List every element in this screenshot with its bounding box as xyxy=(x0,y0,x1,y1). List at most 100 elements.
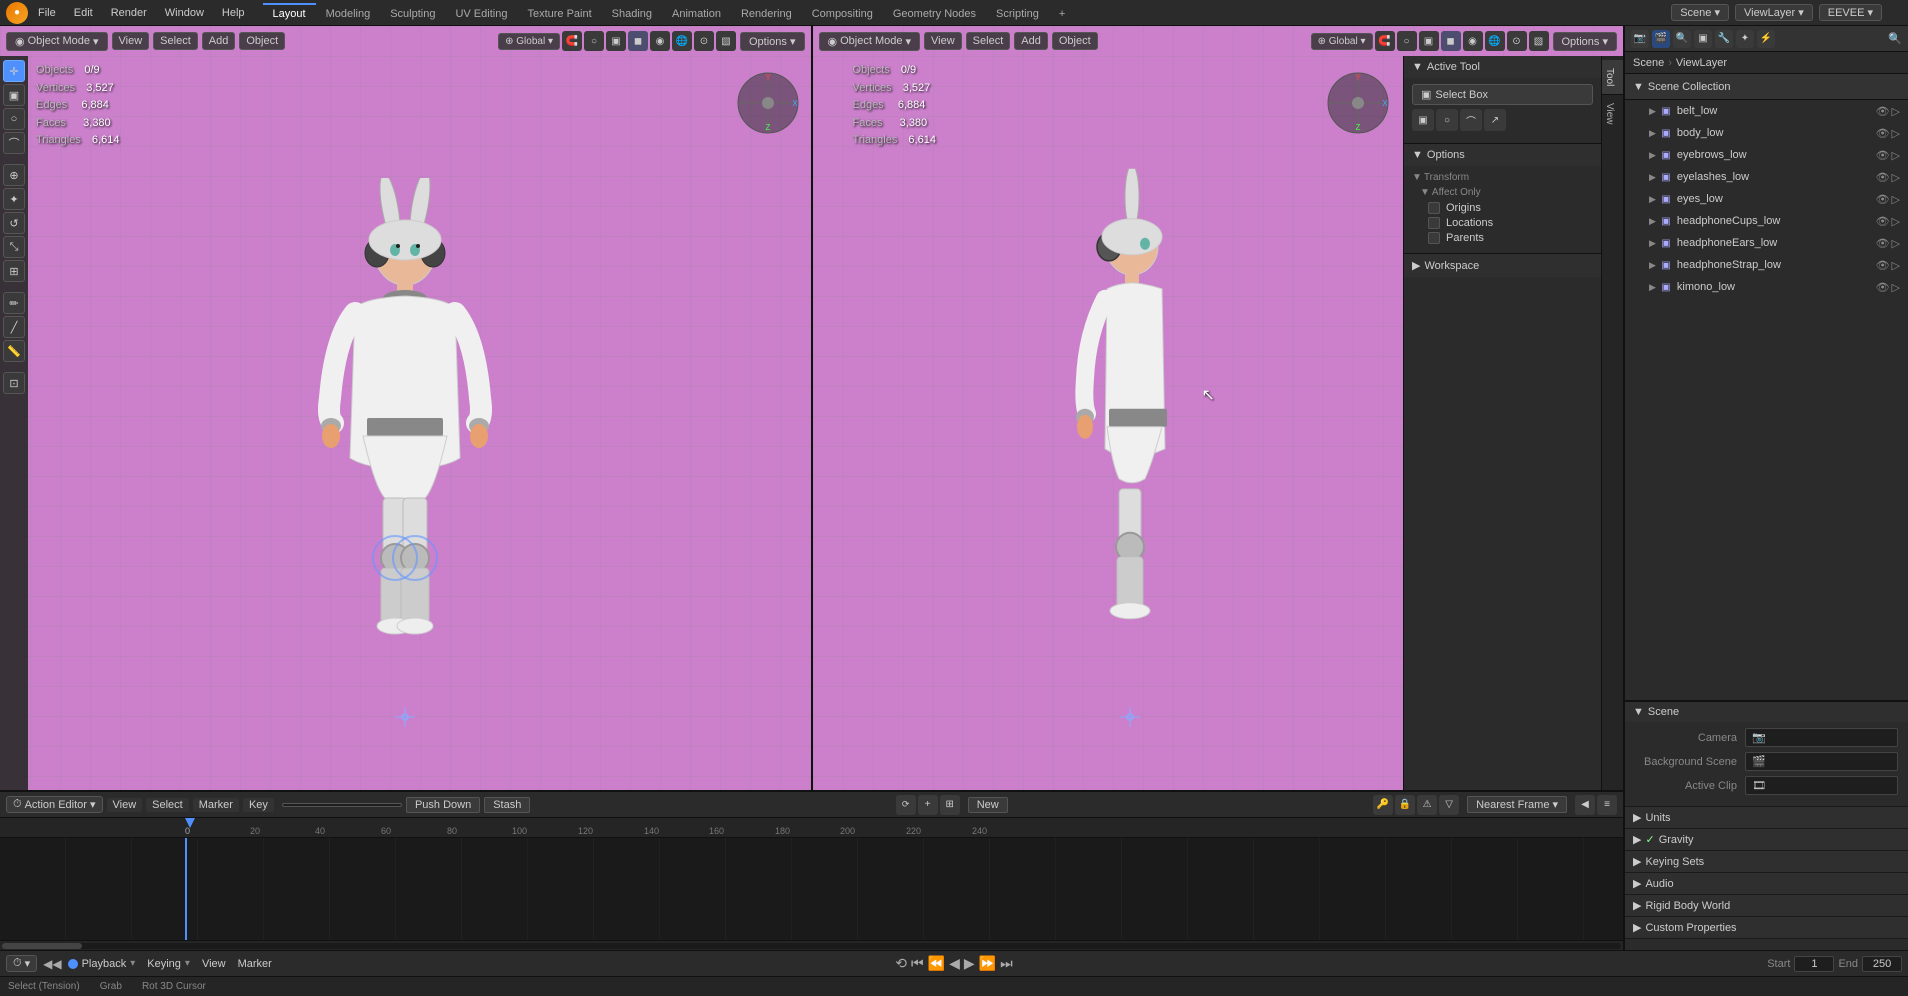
ae-filter-funnel[interactable]: ▽ xyxy=(1439,795,1459,815)
tool-scale[interactable]: ⤡ xyxy=(3,236,25,258)
ae-warning-icon[interactable]: ⚠ xyxy=(1417,795,1437,815)
tool-move[interactable]: ✦ xyxy=(3,188,25,210)
options-header[interactable]: ▼ Options xyxy=(1404,144,1601,166)
ae-collapse-btn[interactable]: ◀ xyxy=(1575,795,1595,815)
tab-compositing[interactable]: Compositing xyxy=(802,3,883,23)
pb-play-reverse-btn[interactable]: ◀ xyxy=(949,955,960,972)
ae-settings-btn[interactable]: ≡ xyxy=(1597,795,1617,815)
vp-right-view-btn[interactable]: View xyxy=(924,32,962,50)
snap-btn[interactable]: 🧲 xyxy=(562,31,582,51)
tab-rendering[interactable]: Rendering xyxy=(731,3,802,23)
ae-marker-btn[interactable]: Marker xyxy=(193,798,239,812)
sc-item-eyelashes[interactable]: ▶ ▣ eyelashes_low 👁 ▷ xyxy=(1625,166,1908,188)
tool-annotate-line[interactable]: ╱ xyxy=(3,316,25,338)
ae-type-dropdown[interactable]: ⏱ Action Editor ▾ xyxy=(6,796,103,813)
vp-right-shading-mat[interactable]: ◉ xyxy=(1463,31,1483,51)
sc-item-belt[interactable]: ▶ ▣ belt_low 👁 ▷ xyxy=(1625,100,1908,122)
prop-edit-btn[interactable]: ○ xyxy=(584,31,604,51)
tab-shading[interactable]: Shading xyxy=(602,3,662,23)
vp-right-shading-render[interactable]: 🌐 xyxy=(1485,31,1505,51)
shading-wire[interactable]: ▣ xyxy=(606,31,626,51)
sc-item-headphone-cups[interactable]: ▶ ▣ headphoneCups_low 👁 ▷ xyxy=(1625,210,1908,232)
shading-solid[interactable]: ◼ xyxy=(628,31,648,51)
menu-help[interactable]: Help xyxy=(214,5,253,21)
shading-render[interactable]: 🌐 xyxy=(672,31,692,51)
ae-scroll-thumb[interactable] xyxy=(2,943,82,949)
sp-scene-header[interactable]: ▼ Scene xyxy=(1625,702,1908,722)
viewport-left[interactable]: ◉ Object Mode ▾ View Select Add Object ⊕… xyxy=(0,26,813,790)
vp-right-pivot-dropdown[interactable]: ⊕ Global ▾ xyxy=(1311,33,1373,50)
vp-right-prop-btn[interactable]: ○ xyxy=(1397,31,1417,51)
vp-right-shading-solid[interactable]: ◼ xyxy=(1441,31,1461,51)
vp-right-overlay-btn[interactable]: ⊙ xyxy=(1507,31,1527,51)
ae-view-btn[interactable]: View xyxy=(107,798,143,812)
ae-ruler[interactable]: 0 20 40 60 80 100 120 140 160 180 200 22… xyxy=(0,818,1623,838)
menu-window[interactable]: Window xyxy=(157,5,212,21)
vp-right-mode-btn[interactable]: ◉ Object Mode ▾ xyxy=(819,32,921,51)
ae-stash-btn[interactable]: Stash xyxy=(484,797,530,813)
sp-gravity-header[interactable]: ▶ ✓ Gravity xyxy=(1625,829,1908,850)
ae-content[interactable] xyxy=(0,838,1623,940)
pb-jump-end-btn[interactable]: ⏭ xyxy=(1000,955,1013,972)
parents-cb[interactable] xyxy=(1428,232,1440,244)
tool-icon-circle[interactable]: ○ xyxy=(1436,109,1458,131)
sp-keying-header[interactable]: ▶ Keying Sets xyxy=(1625,851,1908,872)
sp-active-clip-field[interactable]: 🎞 xyxy=(1745,776,1898,795)
tab-sculpting[interactable]: Sculpting xyxy=(380,3,445,23)
tab-animation[interactable]: Animation xyxy=(662,3,731,23)
sp-custom-header[interactable]: ▶ Custom Properties xyxy=(1625,917,1908,938)
tool-add[interactable]: ⊡ xyxy=(3,372,25,394)
viewport-right[interactable]: ◉ Object Mode ▾ View Select Add Object ⊕… xyxy=(813,26,1624,790)
overlay-btn[interactable]: ⊙ xyxy=(694,31,714,51)
menu-edit[interactable]: Edit xyxy=(66,5,101,21)
ae-select-btn[interactable]: Select xyxy=(146,798,189,812)
viewlayer-breadcrumb[interactable]: ViewLayer xyxy=(1676,57,1727,69)
vp-left-select-btn[interactable]: Select xyxy=(153,32,198,50)
ae-sync-btn[interactable]: ⟳ xyxy=(896,795,916,815)
pb-sync-icon[interactable]: ⟲ xyxy=(895,955,907,972)
sp-bg-scene-field[interactable]: 🎬 xyxy=(1745,752,1898,771)
tab-uv-editing[interactable]: UV Editing xyxy=(445,3,517,23)
tool-rotate[interactable]: ↺ xyxy=(3,212,25,234)
bb-frame-back-btn[interactable]: ◀◀ xyxy=(41,957,63,971)
sc-icon-modifier[interactable]: 🔧 xyxy=(1715,30,1733,48)
ae-new-btn[interactable]: New xyxy=(968,797,1008,813)
bb-playback-dropdown[interactable]: ▾ xyxy=(130,958,135,969)
ae-channel-btn[interactable]: ⊞ xyxy=(940,795,960,815)
vp-right-object-btn[interactable]: Object xyxy=(1052,32,1098,50)
pb-play-btn[interactable]: ▶ xyxy=(964,955,975,972)
vp-right-select-btn[interactable]: Select xyxy=(966,32,1011,50)
tool-icon-lasso[interactable]: ⌒ xyxy=(1460,109,1482,131)
pivot-dropdown[interactable]: ⊕ Global ▾ xyxy=(498,33,560,50)
origins-cb[interactable] xyxy=(1428,202,1440,214)
tool-icon-select[interactable]: ▣ xyxy=(1412,109,1434,131)
bb-editor-type[interactable]: ⏱ ▾ xyxy=(6,955,37,972)
camera-gizmo-left[interactable]: Y X Z xyxy=(733,68,803,138)
ae-scroll-track[interactable] xyxy=(2,943,1621,949)
tool-annotate[interactable]: ✏ xyxy=(3,292,25,314)
tool-transform[interactable]: ⊞ xyxy=(3,260,25,282)
ae-action-field[interactable] xyxy=(282,803,402,807)
sp-audio-header[interactable]: ▶ Audio xyxy=(1625,873,1908,894)
ae-nearest-frame-dropdown[interactable]: Nearest Frame ▾ xyxy=(1467,796,1567,813)
blender-logo[interactable]: ● xyxy=(6,2,28,24)
active-tool-name-btn[interactable]: ▣ Select Box xyxy=(1412,84,1593,105)
tool-select-lasso[interactable]: ⌒ xyxy=(3,132,25,154)
sc-icon-phys[interactable]: ⚡ xyxy=(1757,30,1775,48)
sc-icon-scene[interactable]: 🎬 xyxy=(1652,30,1670,48)
xray-btn[interactable]: ▧ xyxy=(716,31,736,51)
tool-select-circle[interactable]: ○ xyxy=(3,108,25,130)
tool-select-box[interactable]: ▣ xyxy=(3,84,25,106)
tool-cursor[interactable]: ✛ xyxy=(3,60,25,82)
ae-push-down-btn[interactable]: Push Down xyxy=(406,797,480,813)
locations-cb[interactable] xyxy=(1428,217,1440,229)
ae-scrollbar[interactable] xyxy=(0,940,1623,950)
sc-icon-view[interactable]: 🔍 xyxy=(1673,30,1691,48)
sp-rigid-header[interactable]: ▶ Rigid Body World xyxy=(1625,895,1908,916)
vp-right-shading-wire[interactable]: ▣ xyxy=(1419,31,1439,51)
vp-left-options-btn[interactable]: Options ▾ xyxy=(740,32,805,51)
bb-start-field[interactable]: 1 xyxy=(1794,956,1834,972)
sc-item-eyes[interactable]: ▶ ▣ eyes_low 👁 ▷ xyxy=(1625,188,1908,210)
vp-left-object-btn[interactable]: Object xyxy=(239,32,285,50)
vp-right-snap-btn[interactable]: 🧲 xyxy=(1375,31,1395,51)
